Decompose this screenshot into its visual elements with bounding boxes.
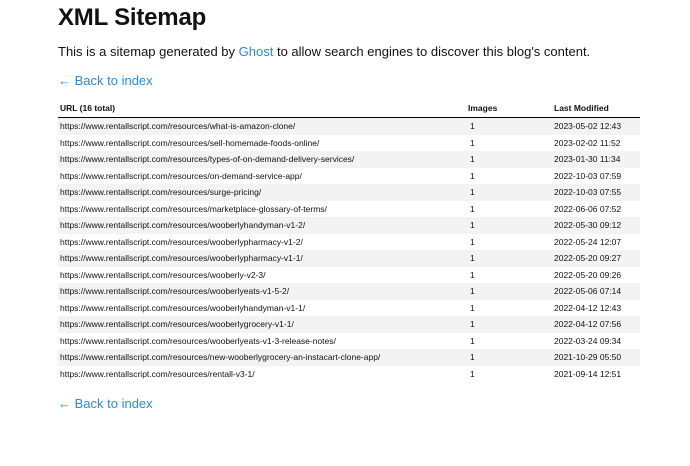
url-cell[interactable]: https://www.rentallscript.com/resources/… (58, 117, 466, 135)
column-header-images: Images (466, 100, 552, 118)
table-row: https://www.rentallscript.com/resources/… (58, 266, 640, 283)
table-row: https://www.rentallscript.com/resources/… (58, 184, 640, 201)
images-cell: 1 (466, 316, 552, 333)
last-modified-cell: 2023-02-02 11:52 (552, 134, 640, 151)
description-text-after: to allow search engines to discover this… (273, 44, 591, 59)
last-modified-cell: 2021-10-29 05:50 (552, 349, 640, 366)
last-modified-cell: 2022-05-24 12:07 (552, 233, 640, 250)
table-row: https://www.rentallscript.com/resources/… (58, 365, 640, 382)
table-row: https://www.rentallscript.com/resources/… (58, 134, 640, 151)
table-row: https://www.rentallscript.com/resources/… (58, 349, 640, 366)
table-row: https://www.rentallscript.com/resources/… (58, 117, 640, 135)
url-cell[interactable]: https://www.rentallscript.com/resources/… (58, 266, 466, 283)
table-row: https://www.rentallscript.com/resources/… (58, 200, 640, 217)
url-cell[interactable]: https://www.rentallscript.com/resources/… (58, 233, 466, 250)
url-cell[interactable]: https://www.rentallscript.com/resources/… (58, 316, 466, 333)
column-header-last-modified: Last Modified (552, 100, 640, 118)
last-modified-cell: 2022-10-03 07:55 (552, 184, 640, 201)
last-modified-cell: 2022-05-06 07:14 (552, 283, 640, 300)
url-cell[interactable]: https://www.rentallscript.com/resources/… (58, 283, 466, 300)
back-to-index-link[interactable]: ← Back to index (58, 73, 153, 88)
table-row: https://www.rentallscript.com/resources/… (58, 250, 640, 267)
url-cell[interactable]: https://www.rentallscript.com/resources/… (58, 167, 466, 184)
url-cell[interactable]: https://www.rentallscript.com/resources/… (58, 349, 466, 366)
table-row: https://www.rentallscript.com/resources/… (58, 167, 640, 184)
back-to-index-top: ← Back to index (58, 73, 153, 88)
images-cell: 1 (466, 200, 552, 217)
last-modified-cell: 2022-03-24 09:34 (552, 332, 640, 349)
images-cell: 1 (466, 151, 552, 168)
last-modified-cell: 2023-05-02 12:43 (552, 117, 640, 135)
column-header-url: URL (16 total) (58, 100, 466, 118)
images-cell: 1 (466, 167, 552, 184)
images-cell: 1 (466, 134, 552, 151)
url-cell[interactable]: https://www.rentallscript.com/resources/… (58, 365, 466, 382)
url-cell[interactable]: https://www.rentallscript.com/resources/… (58, 184, 466, 201)
images-cell: 1 (466, 233, 552, 250)
images-cell: 1 (466, 365, 552, 382)
last-modified-cell: 2022-06-06 07:52 (552, 200, 640, 217)
images-cell: 1 (466, 250, 552, 267)
last-modified-cell: 2022-05-20 09:26 (552, 266, 640, 283)
last-modified-cell: 2022-04-12 12:43 (552, 299, 640, 316)
images-cell: 1 (466, 299, 552, 316)
last-modified-cell: 2022-04-12 07:56 (552, 316, 640, 333)
description-text-before: This is a sitemap generated by (58, 44, 239, 59)
table-row: https://www.rentallscript.com/resources/… (58, 316, 640, 333)
last-modified-cell: 2023-01-30 11:34 (552, 151, 640, 168)
url-cell[interactable]: https://www.rentallscript.com/resources/… (58, 217, 466, 234)
page-description: This is a sitemap generated by Ghost to … (58, 44, 590, 59)
images-cell: 1 (466, 283, 552, 300)
back-to-index-link[interactable]: ← Back to index (58, 396, 153, 411)
url-cell[interactable]: https://www.rentallscript.com/resources/… (58, 151, 466, 168)
table-row: https://www.rentallscript.com/resources/… (58, 217, 640, 234)
back-to-index-bottom: ← Back to index (58, 396, 153, 411)
images-cell: 1 (466, 217, 552, 234)
table-header-row: URL (16 total) Images Last Modified (58, 100, 640, 118)
last-modified-cell: 2022-10-03 07:59 (552, 167, 640, 184)
table-row: https://www.rentallscript.com/resources/… (58, 332, 640, 349)
sitemap-table: URL (16 total) Images Last Modified http… (58, 100, 640, 382)
last-modified-cell: 2022-05-30 09:12 (552, 217, 640, 234)
ghost-link[interactable]: Ghost (239, 44, 274, 59)
last-modified-cell: 2021-09-14 12:51 (552, 365, 640, 382)
url-cell[interactable]: https://www.rentallscript.com/resources/… (58, 200, 466, 217)
table-row: https://www.rentallscript.com/resources/… (58, 151, 640, 168)
page-title: XML Sitemap (58, 4, 207, 31)
last-modified-cell: 2022-05-20 09:27 (552, 250, 640, 267)
table-row: https://www.rentallscript.com/resources/… (58, 299, 640, 316)
images-cell: 1 (466, 184, 552, 201)
table-row: https://www.rentallscript.com/resources/… (58, 283, 640, 300)
images-cell: 1 (466, 117, 552, 135)
url-cell[interactable]: https://www.rentallscript.com/resources/… (58, 299, 466, 316)
url-cell[interactable]: https://www.rentallscript.com/resources/… (58, 332, 466, 349)
images-cell: 1 (466, 349, 552, 366)
images-cell: 1 (466, 332, 552, 349)
table-row: https://www.rentallscript.com/resources/… (58, 233, 640, 250)
images-cell: 1 (466, 266, 552, 283)
url-cell[interactable]: https://www.rentallscript.com/resources/… (58, 250, 466, 267)
url-cell[interactable]: https://www.rentallscript.com/resources/… (58, 134, 466, 151)
